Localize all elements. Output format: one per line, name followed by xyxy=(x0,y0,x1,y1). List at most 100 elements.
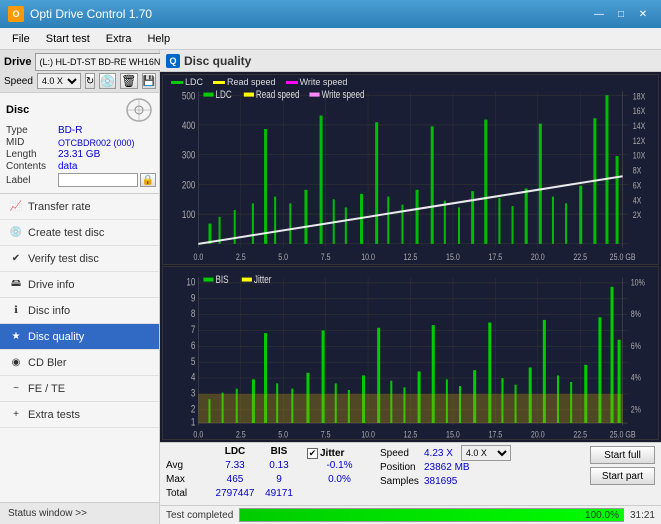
svg-text:2X: 2X xyxy=(633,209,642,220)
jitter-max: 0.0% xyxy=(307,474,372,488)
ldc-color xyxy=(171,81,183,84)
drive-action-btn2[interactable]: 🗑 xyxy=(120,73,137,89)
sidebar-label-drive-info: Drive info xyxy=(28,279,74,291)
start-full-button[interactable]: Start full xyxy=(590,446,655,464)
drive-toolbar-section: Drive (L:) HL-DT-ST BD-RE WH16NS58 TST4 … xyxy=(0,50,159,93)
disc-mid-row: MID OTCBDR002 (000) xyxy=(6,137,153,148)
disc-info-panel: Disc Type BD-R MID OTCBDR002 (000) Lengt… xyxy=(0,93,159,194)
svg-text:5: 5 xyxy=(191,355,195,367)
svg-text:2: 2 xyxy=(191,402,195,414)
disc-type-row: Type BD-R xyxy=(6,125,153,136)
upper-chart: LDC Read speed Write speed xyxy=(162,74,659,265)
sidebar-item-disc-quality[interactable]: ★ Disc quality xyxy=(0,324,159,350)
minimize-button[interactable]: — xyxy=(589,6,609,22)
sidebar-label-create-test-disc: Create test disc xyxy=(28,227,104,239)
maximize-button[interactable]: □ xyxy=(611,6,631,22)
svg-text:16X: 16X xyxy=(633,105,646,116)
svg-text:12.5: 12.5 xyxy=(404,430,418,439)
svg-text:7.5: 7.5 xyxy=(321,430,331,439)
speed-select-main[interactable]: 4.0 X xyxy=(37,73,81,89)
jitter-section: ✔ Jitter -0.1% 0.0% xyxy=(307,446,372,502)
svg-text:8X: 8X xyxy=(633,165,642,176)
sidebar-item-fe-te[interactable]: ~ FE / TE xyxy=(0,376,159,402)
speed-refresh-button[interactable]: ↻ xyxy=(85,73,95,89)
svg-text:20.0: 20.0 xyxy=(531,251,545,262)
sidebar-item-cd-bler[interactable]: ◉ CD Bler xyxy=(0,350,159,376)
speed-value: 4.23 X xyxy=(424,448,453,459)
svg-text:25.0 GB: 25.0 GB xyxy=(610,430,636,439)
chart-header-icon: Q xyxy=(166,54,180,68)
sidebar-item-drive-info[interactable]: 🖴 Drive info xyxy=(0,272,159,298)
ldc-col-header: LDC xyxy=(215,446,255,460)
drive-action-btn3[interactable]: 💾 xyxy=(142,73,156,89)
sidebar-item-disc-info[interactable]: ℹ Disc info xyxy=(0,298,159,324)
write-speed-color xyxy=(286,81,298,84)
sidebar-item-create-test-disc[interactable]: 💿 Create test disc xyxy=(0,220,159,246)
progress-bar-wrapper: 100.0% xyxy=(239,508,624,522)
svg-text:0.0: 0.0 xyxy=(193,430,203,439)
menubar: File Start test Extra Help xyxy=(0,28,661,50)
sidebar-label-disc-quality: Disc quality xyxy=(28,331,84,343)
svg-text:17.5: 17.5 xyxy=(488,251,502,262)
disc-contents-row: Contents data xyxy=(6,161,153,172)
svg-text:10: 10 xyxy=(186,275,195,287)
svg-text:6: 6 xyxy=(191,339,195,351)
svg-text:4: 4 xyxy=(191,371,195,383)
disc-label-input[interactable] xyxy=(58,173,138,187)
disc-length-label: Length xyxy=(6,149,58,160)
jitter-checkbox[interactable]: ✔ xyxy=(307,448,318,459)
disc-section-title: Disc xyxy=(6,104,29,116)
legend-write-speed: Write speed xyxy=(286,77,348,87)
sidebar-item-verify-test-disc[interactable]: ✔ Verify test disc xyxy=(0,246,159,272)
samples-row: Samples 381695 xyxy=(380,474,582,488)
upper-chart-svg: 500 400 300 200 100 18X 16X 14X 12X 10X … xyxy=(163,75,658,264)
svg-text:22.5: 22.5 xyxy=(573,430,587,439)
svg-text:8: 8 xyxy=(191,307,195,319)
disc-label-label: Label xyxy=(6,175,58,186)
svg-text:22.5: 22.5 xyxy=(573,251,587,262)
jitter-avg: -0.1% xyxy=(307,460,372,474)
chart-title: Disc quality xyxy=(184,54,251,68)
titlebar-title-group: O Opti Drive Control 1.70 xyxy=(8,6,152,22)
ldc-avg: 7.33 xyxy=(215,460,255,474)
nav-items: 📈 Transfer rate 💿 Create test disc ✔ Ver… xyxy=(0,194,159,502)
disc-label-button[interactable]: 🔒 xyxy=(140,173,156,187)
speed-select2[interactable]: 4.0 X xyxy=(461,445,511,461)
cd-bler-icon: ◉ xyxy=(8,355,24,371)
svg-text:15.0: 15.0 xyxy=(446,251,460,262)
progress-area: Test completed 100.0% 31:21 xyxy=(160,505,661,524)
sidebar-item-transfer-rate[interactable]: 📈 Transfer rate xyxy=(0,194,159,220)
svg-text:5.0: 5.0 xyxy=(278,251,288,262)
status-window-button[interactable]: Status window >> xyxy=(0,502,159,524)
verify-test-disc-icon: ✔ xyxy=(8,251,24,267)
transfer-rate-icon: 📈 xyxy=(8,199,24,215)
menu-help[interactable]: Help xyxy=(139,31,178,47)
svg-text:20.0: 20.0 xyxy=(531,430,545,439)
bis-avg: 0.13 xyxy=(259,460,299,474)
close-button[interactable]: ✕ xyxy=(633,6,653,22)
sidebar-label-cd-bler: CD Bler xyxy=(28,357,67,369)
disc-length-row: Length 23.31 GB xyxy=(6,149,153,160)
total-label: Total xyxy=(166,488,211,502)
svg-text:6X: 6X xyxy=(633,179,642,190)
svg-text:12X: 12X xyxy=(633,135,646,146)
right-panel: Q Disc quality LDC Read speed xyxy=(160,50,661,524)
svg-text:4X: 4X xyxy=(633,194,642,205)
sidebar-item-extra-tests[interactable]: + Extra tests xyxy=(0,402,159,428)
position-value: 23862 MB xyxy=(424,462,470,473)
samples-value: 381695 xyxy=(424,476,457,487)
start-part-button[interactable]: Start part xyxy=(590,467,655,485)
menu-file[interactable]: File xyxy=(4,31,38,47)
legend-write-speed-label: Write speed xyxy=(300,77,348,87)
svg-text:8%: 8% xyxy=(631,309,642,319)
menu-starttest[interactable]: Start test xyxy=(38,31,98,47)
drive-action-btn1[interactable]: 💿 xyxy=(99,73,116,89)
legend-read-speed: Read speed xyxy=(213,77,276,87)
svg-text:200: 200 xyxy=(182,179,195,191)
svg-text:400: 400 xyxy=(182,120,195,132)
extra-tests-icon: + xyxy=(8,407,24,423)
titlebar: O Opti Drive Control 1.70 — □ ✕ xyxy=(0,0,661,28)
disc-header: Disc xyxy=(6,98,153,122)
menu-extra[interactable]: Extra xyxy=(98,31,140,47)
legend-ldc: LDC xyxy=(171,77,203,87)
